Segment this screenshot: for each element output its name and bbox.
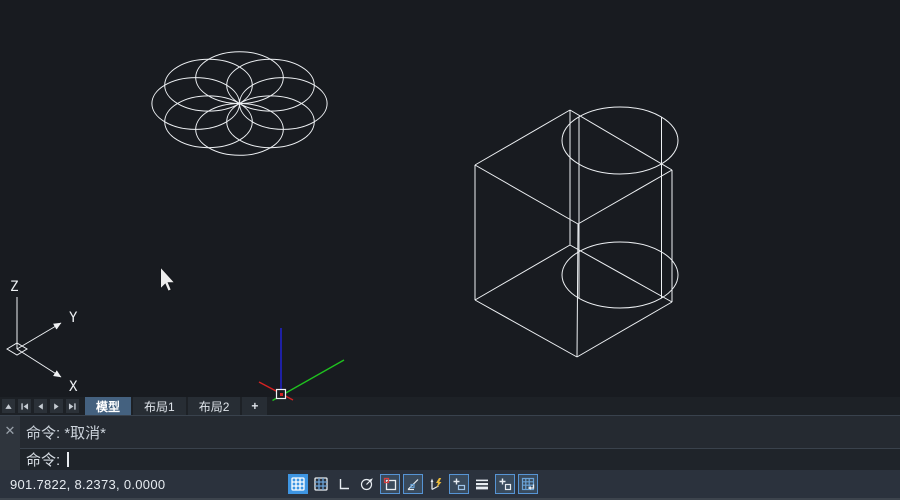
close-command-panel-icon[interactable]: ✕ — [5, 424, 16, 437]
workspace-switch-icon[interactable] — [518, 474, 538, 494]
first-tab-icon — [19, 401, 30, 412]
box-wireframe-entity[interactable] — [475, 110, 672, 357]
grid-display-icon[interactable] — [288, 474, 308, 494]
lineweight-icon[interactable] — [472, 474, 492, 494]
polar-tracking-icon[interactable] — [357, 474, 377, 494]
circle-rosette-entity[interactable] — [152, 52, 327, 156]
dynamic-input-icon[interactable] — [449, 474, 469, 494]
ortho-mode-icon[interactable] — [334, 474, 354, 494]
snap-mode-icon[interactable] — [311, 474, 331, 494]
tab-model[interactable]: 模型 — [85, 397, 131, 415]
drawing-viewport[interactable]: Z Y X — [0, 0, 900, 397]
tab-layout1[interactable]: 布局1 — [133, 397, 186, 415]
object-snap-tracking-icon[interactable] — [403, 474, 423, 494]
ucs-x-label: X — [69, 379, 78, 395]
cylinder-wireframe-entity[interactable] — [562, 107, 678, 308]
status-bar: 901.7822, 8.2373, 0.0000 — [0, 470, 900, 500]
command-panel-side-strip: ✕ — [0, 416, 20, 470]
command-prompt-text: 命令: — [26, 449, 60, 470]
status-toggle-tray — [288, 474, 538, 494]
layout-tab-bar: 模型 布局1 布局2 + — [0, 397, 900, 415]
object-snap-icon[interactable] — [380, 474, 400, 494]
dynamic-ucs-icon[interactable] — [426, 474, 446, 494]
previous-tab-icon — [35, 401, 46, 412]
command-input-line[interactable]: 命令: — [20, 449, 900, 470]
ucs-icon[interactable]: Z Y X — [7, 279, 78, 395]
layout-list-button[interactable] — [2, 399, 15, 413]
text-cursor — [67, 452, 69, 467]
coordinate-readout[interactable]: 901.7822, 8.2373, 0.0000 — [10, 477, 165, 492]
command-history-line: 命令: *取消* — [20, 416, 900, 449]
triangle-up-icon — [3, 401, 14, 412]
next-tab-button[interactable] — [50, 399, 63, 413]
first-tab-button[interactable] — [18, 399, 31, 413]
previous-tab-button[interactable] — [34, 399, 47, 413]
command-history-text: 命令: *取消* — [26, 422, 106, 443]
add-layout-tab[interactable]: + — [242, 397, 267, 415]
last-tab-icon — [67, 401, 78, 412]
ucs-y-label: Y — [69, 310, 78, 326]
next-tab-icon — [51, 401, 62, 412]
quick-properties-icon[interactable] — [495, 474, 515, 494]
cad-window: Z Y X — [0, 0, 900, 500]
command-line-panel: ✕ 命令: *取消* 命令: — [0, 415, 900, 470]
tab-layout2[interactable]: 布局2 — [188, 397, 241, 415]
last-tab-button[interactable] — [66, 399, 79, 413]
ucs-z-label: Z — [10, 279, 18, 295]
